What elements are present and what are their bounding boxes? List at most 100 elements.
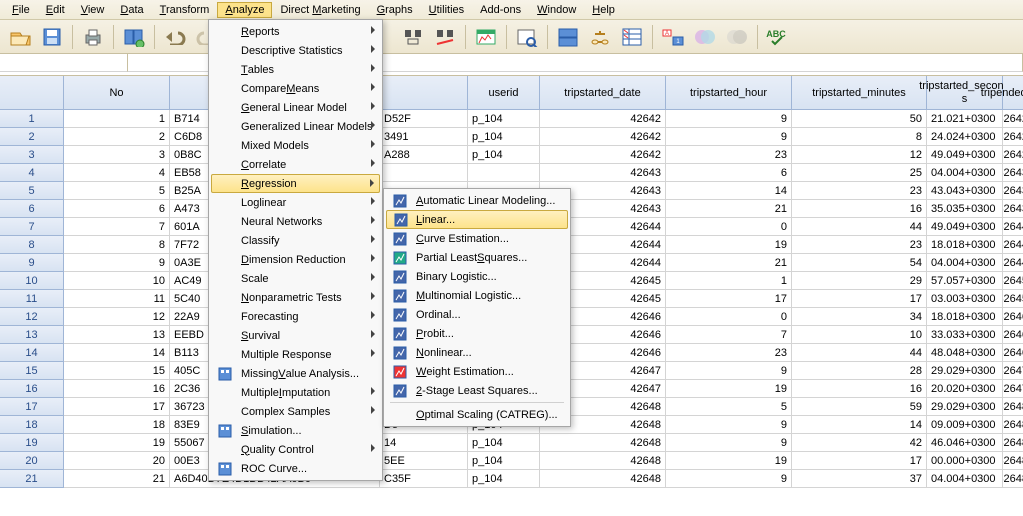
row-header[interactable]: 4 [0, 164, 64, 182]
cell[interactable]: 04.004+0300 [927, 254, 1003, 272]
cell[interactable]: 49.049+0300 [927, 218, 1003, 236]
cell[interactable]: 42648 [540, 434, 666, 452]
cell[interactable]: 18.018+0300 [927, 236, 1003, 254]
cell[interactable]: p_104 [468, 110, 540, 128]
column-header[interactable] [380, 76, 468, 110]
cell[interactable]: 42646 [1003, 326, 1023, 344]
menuitem-optimal-scaling-catreg[interactable]: Optimal Scaling (CATREG)... [386, 405, 568, 424]
menuitem-scale[interactable]: Scale [211, 269, 380, 288]
cell[interactable]: A288 [380, 146, 468, 164]
menuitem-generalized-linear-models[interactable]: Generalized Linear Models [211, 117, 380, 136]
cell[interactable]: 42642 [1003, 128, 1023, 146]
cell[interactable]: 12 [792, 146, 927, 164]
cell[interactable]: 04.004+0300 [927, 470, 1003, 488]
menuitem-correlate[interactable]: Correlate [211, 155, 380, 174]
row-header[interactable]: 2 [0, 128, 64, 146]
cell[interactable]: 19 [64, 434, 170, 452]
menu-view[interactable]: View [73, 2, 113, 18]
cell[interactable]: 10 [64, 272, 170, 290]
cell[interactable]: 54 [792, 254, 927, 272]
cell[interactable]: 59 [792, 398, 927, 416]
cell[interactable]: 42647 [1003, 362, 1023, 380]
row-header[interactable]: 16 [0, 380, 64, 398]
analyze-menu[interactable]: ReportsDescriptive StatisticsTablesCompa… [208, 19, 383, 481]
cell[interactable]: 42648 [1003, 434, 1023, 452]
cell[interactable]: 17 [64, 398, 170, 416]
goto-case-button[interactable] [399, 23, 427, 51]
cell[interactable]: 34 [792, 308, 927, 326]
cell[interactable]: 09.009+0300 [927, 416, 1003, 434]
menuitem-loglinear[interactable]: Loglinear [211, 193, 380, 212]
cell[interactable]: 13 [64, 326, 170, 344]
cell[interactable]: 42644 [1003, 236, 1023, 254]
cell[interactable]: 42648 [1003, 398, 1023, 416]
cell[interactable]: 14 [666, 182, 792, 200]
menuitem-survival[interactable]: Survival [211, 326, 380, 345]
cell[interactable]: p_104 [468, 128, 540, 146]
cell[interactable]: 9 [666, 416, 792, 434]
cell[interactable]: 14 [380, 434, 468, 452]
cell[interactable]: 50 [792, 110, 927, 128]
cell[interactable]: 23 [792, 236, 927, 254]
menu-graphs[interactable]: Graphs [369, 2, 421, 18]
cell[interactable]: 42642 [540, 110, 666, 128]
row-header[interactable]: 19 [0, 434, 64, 452]
cell[interactable]: 12 [64, 308, 170, 326]
column-header[interactable]: tripstarted_date [540, 76, 666, 110]
cell[interactable]: 10 [792, 326, 927, 344]
row-header[interactable]: 8 [0, 236, 64, 254]
show-all-button[interactable] [723, 23, 751, 51]
row-header[interactable]: 17 [0, 398, 64, 416]
row-header[interactable]: 3 [0, 146, 64, 164]
cell[interactable]: 5EE [380, 452, 468, 470]
cell[interactable]: 5 [64, 182, 170, 200]
cell[interactable]: 9 [666, 470, 792, 488]
column-header[interactable]: tripstarted_minutes [792, 76, 927, 110]
menu-add-ons[interactable]: Add-ons [472, 2, 529, 18]
select-cases-button[interactable] [618, 23, 646, 51]
menuitem-complex-samples[interactable]: Complex Samples [211, 402, 380, 421]
menuitem-roc-curve[interactable]: ROC Curve... [211, 459, 380, 478]
cell[interactable]: 42646 [1003, 308, 1023, 326]
cell[interactable]: 42648 [540, 470, 666, 488]
column-header[interactable] [0, 76, 64, 110]
menuitem-probit[interactable]: Probit... [386, 324, 568, 343]
menuitem-forecasting[interactable]: Forecasting [211, 307, 380, 326]
cell[interactable]: 14 [792, 416, 927, 434]
menuitem-regression[interactable]: Regression [211, 174, 380, 193]
cell[interactable]: 16 [64, 380, 170, 398]
menu-help[interactable]: Help [584, 2, 623, 18]
cell[interactable]: 42644 [1003, 218, 1023, 236]
cell[interactable]: 44 [792, 218, 927, 236]
cell[interactable]: 0 [666, 218, 792, 236]
cell[interactable]: 9 [666, 434, 792, 452]
cell[interactable]: 42642 [540, 146, 666, 164]
cell[interactable]: 23 [666, 344, 792, 362]
use-sets-button[interactable] [691, 23, 719, 51]
cell[interactable]: 04.004+0300 [927, 164, 1003, 182]
weight-cases-button[interactable] [586, 23, 614, 51]
cell[interactable]: 9 [666, 128, 792, 146]
cell[interactable]: 44 [792, 344, 927, 362]
split-file-button[interactable] [554, 23, 582, 51]
cell[interactable]: 9 [666, 362, 792, 380]
cell[interactable]: 0 [666, 308, 792, 326]
cell[interactable]: 17 [666, 290, 792, 308]
cell[interactable]: 42 [792, 434, 927, 452]
cell[interactable]: 42643 [1003, 200, 1023, 218]
menu-file[interactable]: File [4, 2, 38, 18]
cell[interactable]: 17 [792, 452, 927, 470]
cell[interactable]: 03.003+0300 [927, 290, 1003, 308]
column-header[interactable]: tripstarted_hour [666, 76, 792, 110]
cell[interactable] [380, 164, 468, 182]
cell[interactable]: 42645 [1003, 290, 1023, 308]
cell[interactable]: 17 [792, 290, 927, 308]
recall-dialog-button[interactable] [120, 23, 148, 51]
menuitem-compare-means[interactable]: Compare Means [211, 79, 380, 98]
cell[interactable]: 8 [64, 236, 170, 254]
cell[interactable]: 7 [666, 326, 792, 344]
menuitem-missing-value-analysis[interactable]: Missing Value Analysis... [211, 364, 380, 383]
menuitem-nonparametric-tests[interactable]: Nonparametric Tests [211, 288, 380, 307]
cell[interactable]: C35F [380, 470, 468, 488]
cell[interactable]: 37 [792, 470, 927, 488]
